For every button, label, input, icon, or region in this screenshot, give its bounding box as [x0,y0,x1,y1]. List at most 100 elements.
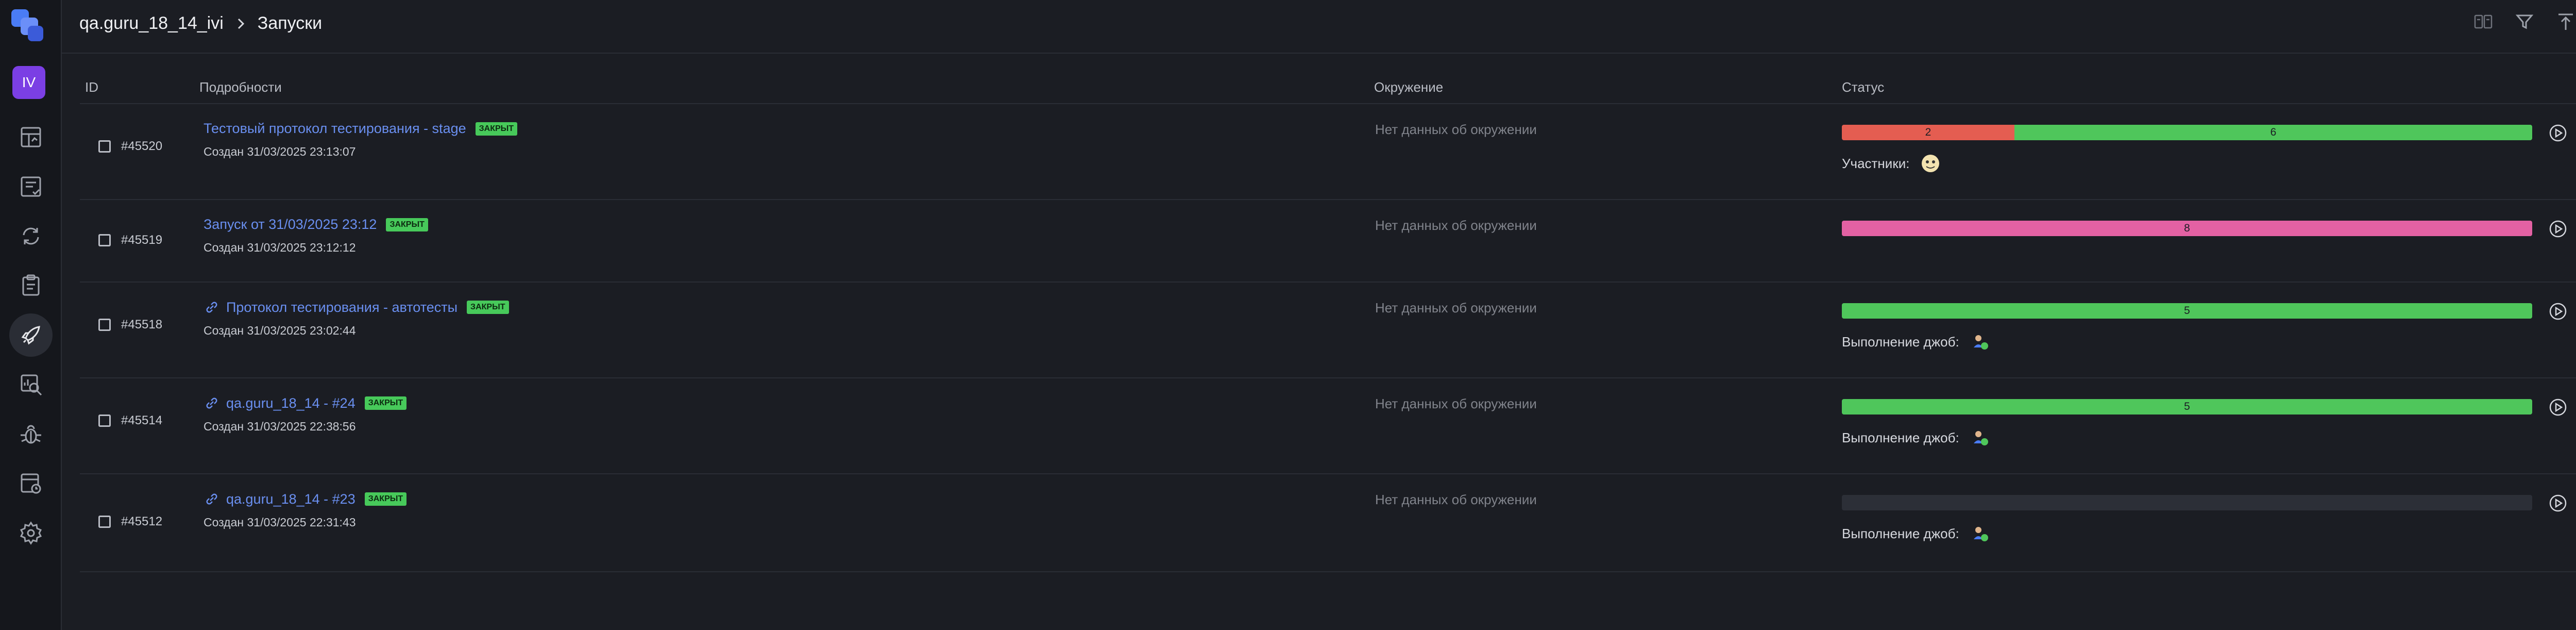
status-badge: ЗАКРЫТ [386,218,428,231]
participants-label: Выполнение джоб: [1842,429,1959,445]
participants-line: Выполнение джоб: [1842,428,2532,447]
collapse-up-icon[interactable] [2555,11,2576,32]
progress-segment-passed[interactable]: 6 [2014,125,2532,140]
progress-segment-failed[interactable]: 2 [1842,125,2014,140]
run-title-link[interactable]: qa.guru_18_14 - #23 [226,491,355,507]
run-title-link[interactable]: Тестовый протокол тестирования - stage [204,121,466,137]
sidebar-item-defects[interactable] [9,412,53,456]
status-badge: ЗАКРЫТ [475,122,518,136]
run-id: #45518 [121,318,163,331]
run-title-line: qa.guru_18_14 - #23 ЗАКРЫТ [204,491,407,507]
table-row[interactable]: #45514 qa.guru_18_14 - #24 ЗАКРЫТ Создан 31… [80,378,2576,474]
status-cell: Выполнение джоб: [1842,495,2532,543]
row-checkbox[interactable] [98,415,111,427]
environment-value: Нет данных об окружении [1375,396,1537,411]
play-icon[interactable] [2548,493,2568,513]
progress-bar[interactable]: 8 [1842,221,2532,236]
project-avatar[interactable]: IV [12,66,45,99]
link-icon [206,397,217,409]
dashboard-icon [21,127,41,147]
row-checkbox[interactable] [98,140,111,153]
row-actions [2548,123,2576,143]
table-row[interactable]: #45512 qa.guru_18_14 - #23 ЗАКРЫТ Создан 31… [80,474,2576,572]
page-title: Запуски [257,13,323,33]
status-cell: 8 [1842,221,2532,236]
progress-bar[interactable]: 5 [1842,399,2532,415]
column-header-id[interactable]: ID [85,79,98,95]
row-actions [2548,301,2576,322]
sidebar-item-dashboard[interactable] [9,115,53,159]
job-runner-icon[interactable] [1971,428,1990,447]
play-icon[interactable] [2548,219,2568,239]
link-icon [206,302,217,313]
sidebar-item-test-plans[interactable] [9,264,53,307]
sidebar-item-sync[interactable] [9,214,53,258]
participants-line: Выполнение джоб: [1842,524,2532,543]
compare-icon[interactable] [2473,11,2494,32]
job-runner-icon[interactable] [1971,332,1990,352]
status-cell: 2 6 Участники: [1842,125,2532,173]
progress-segment-passed[interactable]: 5 [1842,399,2532,415]
jobs-icon [21,473,41,494]
run-title-link[interactable]: Запуск от 31/03/2025 23:12 [204,217,377,233]
run-details: Протокол тестирования - автотесты ЗАКРЫТ С… [204,299,509,338]
breadcrumb: qa.guru_18_14_ivi Запуски [79,13,322,34]
progress-bar[interactable]: 5 [1842,303,2532,319]
sidebar-item-analytics[interactable] [9,363,53,406]
filter-icon[interactable] [2514,11,2535,32]
progress-segment-passed[interactable]: 5 [1842,303,2532,319]
test-cases-icon [21,176,41,197]
participants-label: Выполнение джоб: [1842,525,1959,541]
column-header-environment[interactable]: Окружение [1374,79,1443,95]
chevron-right-icon [238,18,244,29]
table-row[interactable]: #45519 Запуск от 31/03/2025 23:12 ЗАКРЫТ Со… [80,200,2576,283]
sidebar-item-settings[interactable] [9,511,53,555]
row-actions [2548,397,2576,418]
run-created-date: Создан 31/03/2025 23:13:07 [204,145,356,158]
header-tools [2473,11,2576,32]
bug-icon [21,425,41,444]
analytics-icon [21,374,42,396]
table-row[interactable]: #45520 Тестовый протокол тестирования - s… [80,104,2576,200]
column-header-details[interactable]: Подробности [199,79,282,95]
environment-value: Нет данных об окружении [1375,300,1537,316]
row-checkbox[interactable] [98,516,111,528]
job-runner-icon[interactable] [1971,524,1990,543]
run-title-line: qa.guru_18_14 - #24 ЗАКРЫТ [204,395,407,411]
run-title-link[interactable]: qa.guru_18_14 - #24 [226,395,355,411]
progress-bar[interactable]: 26 [1842,125,2532,140]
environment-value: Нет данных об окружении [1375,122,1537,137]
row-checkbox[interactable] [98,319,111,331]
sidebar-item-jobs[interactable] [9,462,53,505]
sidebar-item-test-cases[interactable] [9,165,53,208]
participant-avatar-icon[interactable] [1921,154,1940,173]
play-icon[interactable] [2548,301,2568,322]
run-created-date: Создан 31/03/2025 22:38:56 [204,420,356,433]
status-badge: ЗАКРЫТ [467,301,509,314]
participants-label: Выполнение джоб: [1842,334,1959,350]
rocket-icon [21,326,40,345]
participants-line: Участники: [1842,154,2532,173]
table-row[interactable]: #45518 Протокол тестирования - автотесты З… [80,283,2576,378]
row-checkbox[interactable] [98,234,111,246]
breadcrumb-project[interactable]: qa.guru_18_14_ivi [79,13,224,34]
clipboard-icon [22,274,40,296]
status-cell: 5 Выполнение джоб: [1842,303,2532,352]
app-logo-icon[interactable] [9,7,46,44]
progress-segment-broken[interactable]: 8 [1842,221,2532,236]
run-id: #45512 [121,515,163,528]
run-title-link[interactable]: Протокол тестирования - автотесты [226,300,457,316]
participants-line: Выполнение джоб: [1842,332,2532,352]
run-details: qa.guru_18_14 - #23 ЗАКРЫТ Создан 31/03/20… [204,491,407,529]
environment-value: Нет данных об окружении [1375,218,1537,233]
row-actions [2548,219,2576,239]
link-icon [206,493,217,505]
play-icon[interactable] [2548,397,2568,418]
column-header-status[interactable]: Статус [1842,79,1884,95]
progress-bar[interactable] [1842,495,2532,510]
status-badge: ЗАКРЫТ [364,492,407,506]
run-title-line: Запуск от 31/03/2025 23:12 ЗАКРЫТ [204,217,428,233]
table-body: #45520 Тестовый протокол тестирования - s… [80,104,2576,572]
sidebar-item-launches[interactable] [9,313,53,357]
play-icon[interactable] [2548,123,2568,143]
